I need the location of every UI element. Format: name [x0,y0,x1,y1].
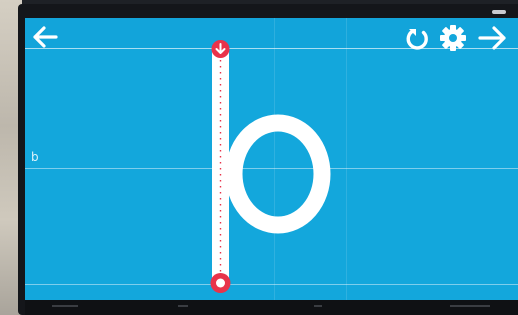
replay-icon[interactable] [405,26,431,52]
monitor-bottom-bezel [25,300,518,315]
letter-b-bowl [225,114,331,234]
bezel-detail [52,305,78,307]
camera-indicator [492,10,506,14]
end-circle-icon[interactable] [210,273,231,293]
bezel-detail [450,305,490,307]
letter-tracing-canvas[interactable] [25,18,518,300]
back-arrow-icon[interactable] [31,26,59,48]
bezel-detail [314,305,322,307]
bezel-detail [178,305,188,307]
forward-arrow-icon[interactable] [477,26,509,50]
app-screen: b [25,18,518,300]
down-arrow-start-icon[interactable] [211,40,230,58]
gear-icon[interactable] [439,24,467,52]
